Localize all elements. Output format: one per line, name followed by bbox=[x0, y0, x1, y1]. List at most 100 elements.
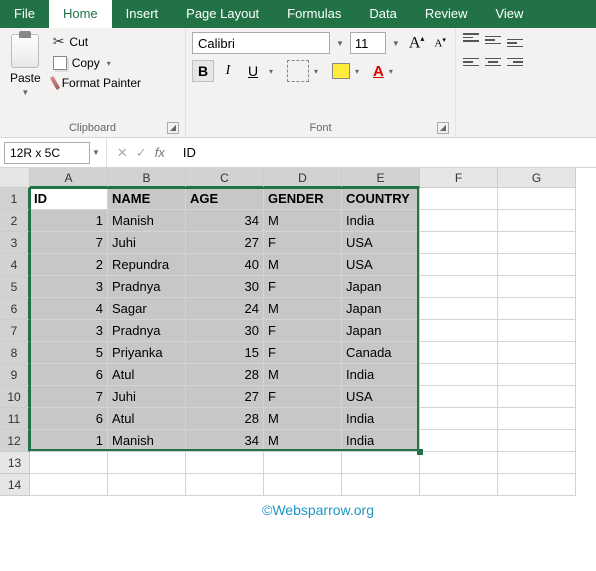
cell[interactable]: 40 bbox=[186, 254, 264, 276]
column-header[interactable]: F bbox=[420, 168, 498, 188]
cell[interactable] bbox=[420, 452, 498, 474]
column-header[interactable]: A bbox=[30, 168, 108, 188]
cell[interactable] bbox=[498, 232, 576, 254]
cell[interactable]: 1 bbox=[30, 430, 108, 452]
cell[interactable]: 30 bbox=[186, 276, 264, 298]
underline-button[interactable]: U bbox=[242, 60, 264, 82]
bold-button[interactable]: B bbox=[192, 60, 214, 82]
cell[interactable]: M bbox=[264, 408, 342, 430]
fill-handle[interactable] bbox=[417, 449, 423, 455]
column-header[interactable]: E bbox=[342, 168, 420, 188]
cell[interactable]: 2 bbox=[30, 254, 108, 276]
row-header[interactable]: 7 bbox=[0, 320, 30, 342]
cell[interactable]: 6 bbox=[30, 408, 108, 430]
dialog-launcher-icon[interactable]: ◢ bbox=[437, 122, 449, 134]
cell[interactable]: Priyanka bbox=[108, 342, 186, 364]
row-header[interactable]: 10 bbox=[0, 386, 30, 408]
cell[interactable]: India bbox=[342, 430, 420, 452]
cell[interactable]: 30 bbox=[186, 320, 264, 342]
italic-button[interactable]: I bbox=[217, 60, 239, 82]
cell[interactable] bbox=[498, 386, 576, 408]
column-header[interactable]: G bbox=[498, 168, 576, 188]
format-painter-button[interactable]: Format Painter bbox=[51, 75, 143, 91]
chevron-down-icon[interactable]: ▾ bbox=[267, 67, 275, 76]
cell[interactable] bbox=[186, 452, 264, 474]
chevron-down-icon[interactable]: ▾ bbox=[353, 67, 361, 76]
row-header[interactable]: 1 bbox=[0, 188, 30, 210]
row-header[interactable]: 9 bbox=[0, 364, 30, 386]
cell[interactable]: Manish bbox=[108, 430, 186, 452]
cell[interactable]: M bbox=[264, 430, 342, 452]
cell[interactable]: 7 bbox=[30, 232, 108, 254]
dialog-launcher-icon[interactable]: ◢ bbox=[167, 122, 179, 134]
cell[interactable]: COUNTRY bbox=[342, 188, 420, 210]
cell[interactable]: GENDER bbox=[264, 188, 342, 210]
row-header[interactable]: 14 bbox=[0, 474, 30, 496]
cell[interactable]: 27 bbox=[186, 386, 264, 408]
cell[interactable]: Atul bbox=[108, 364, 186, 386]
cell[interactable] bbox=[498, 188, 576, 210]
select-all-corner[interactable] bbox=[0, 168, 30, 188]
cell[interactable] bbox=[420, 408, 498, 430]
cell[interactable] bbox=[498, 342, 576, 364]
cell[interactable]: Repundra bbox=[108, 254, 186, 276]
align-top-button[interactable] bbox=[462, 32, 480, 48]
cell[interactable]: M bbox=[264, 298, 342, 320]
formula-accept-icon[interactable]: ✓ bbox=[136, 145, 147, 161]
align-right-button[interactable] bbox=[506, 54, 524, 70]
column-header[interactable]: B bbox=[108, 168, 186, 188]
align-middle-button[interactable] bbox=[484, 32, 502, 48]
cell[interactable] bbox=[264, 452, 342, 474]
cell[interactable]: M bbox=[264, 254, 342, 276]
font-color-button[interactable]: A bbox=[373, 63, 384, 80]
cell[interactable]: 24 bbox=[186, 298, 264, 320]
cell[interactable] bbox=[420, 342, 498, 364]
cell[interactable]: 34 bbox=[186, 430, 264, 452]
cell[interactable] bbox=[420, 232, 498, 254]
cell[interactable]: 1 bbox=[30, 210, 108, 232]
tab-data[interactable]: Data bbox=[355, 0, 410, 28]
chevron-down-icon[interactable]: ▼ bbox=[334, 39, 346, 48]
row-header[interactable]: 6 bbox=[0, 298, 30, 320]
cell[interactable]: Pradnya bbox=[108, 320, 186, 342]
cell[interactable]: Juhi bbox=[108, 386, 186, 408]
cell[interactable] bbox=[498, 430, 576, 452]
cell[interactable] bbox=[264, 474, 342, 496]
cell[interactable] bbox=[498, 474, 576, 496]
row-header[interactable]: 5 bbox=[0, 276, 30, 298]
cell[interactable] bbox=[420, 386, 498, 408]
cell[interactable]: F bbox=[264, 276, 342, 298]
cell[interactable]: Canada bbox=[342, 342, 420, 364]
align-bottom-button[interactable] bbox=[506, 32, 524, 48]
row-header[interactable]: 2 bbox=[0, 210, 30, 232]
cell[interactable]: Pradnya bbox=[108, 276, 186, 298]
cell[interactable] bbox=[186, 474, 264, 496]
font-name-input[interactable] bbox=[192, 32, 330, 54]
cut-button[interactable]: ✂ Cut bbox=[51, 32, 143, 51]
cell[interactable] bbox=[498, 276, 576, 298]
name-box-input[interactable] bbox=[4, 142, 90, 164]
chevron-down-icon[interactable]: ▾ bbox=[312, 67, 320, 76]
cell[interactable]: 5 bbox=[30, 342, 108, 364]
cell[interactable]: 3 bbox=[30, 320, 108, 342]
cell[interactable] bbox=[342, 452, 420, 474]
cell[interactable] bbox=[420, 364, 498, 386]
tab-view[interactable]: View bbox=[481, 0, 537, 28]
cell[interactable] bbox=[420, 276, 498, 298]
cell[interactable]: 34 bbox=[186, 210, 264, 232]
cell[interactable]: India bbox=[342, 210, 420, 232]
column-header[interactable]: C bbox=[186, 168, 264, 188]
cell-grid[interactable]: IDNAMEAGEGENDERCOUNTRY1Manish34MIndia7Ju… bbox=[30, 188, 576, 496]
cell[interactable] bbox=[420, 254, 498, 276]
row-header[interactable]: 4 bbox=[0, 254, 30, 276]
cell[interactable] bbox=[420, 474, 498, 496]
tab-home[interactable]: Home bbox=[49, 0, 112, 28]
cell[interactable]: 4 bbox=[30, 298, 108, 320]
cell[interactable] bbox=[498, 320, 576, 342]
cell[interactable]: 3 bbox=[30, 276, 108, 298]
cell[interactable]: Japan bbox=[342, 276, 420, 298]
cell[interactable]: M bbox=[264, 210, 342, 232]
cell[interactable]: F bbox=[264, 386, 342, 408]
tab-review[interactable]: Review bbox=[411, 0, 482, 28]
cell[interactable]: AGE bbox=[186, 188, 264, 210]
